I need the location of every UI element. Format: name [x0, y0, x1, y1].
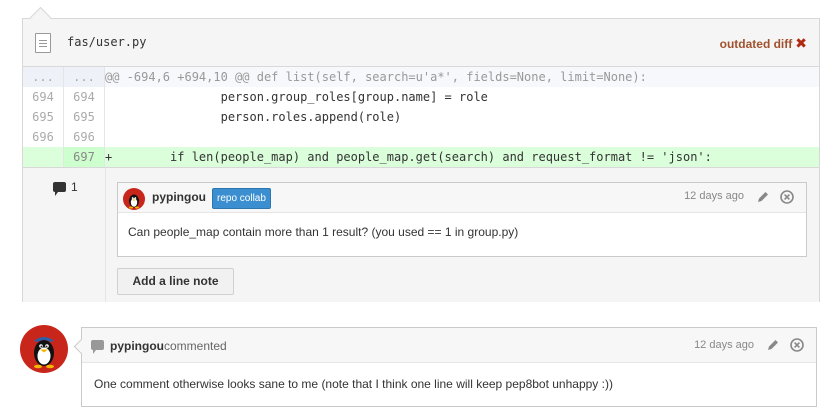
diff-table: ... ... @@ -694,6 +694,10 @@ def list(se… — [23, 67, 819, 167]
avatar[interactable] — [20, 325, 68, 373]
diff-line: 694 694 person.group_roles[group.name] =… — [23, 87, 819, 107]
hunk-header-row: ... ... @@ -694,6 +694,10 @@ def list(se… — [23, 67, 819, 87]
line-number-left[interactable]: ... — [23, 67, 64, 87]
close-x-icon[interactable]: ✖ — [795, 35, 807, 51]
comment-count-column: 1 — [23, 168, 106, 302]
file-icon — [35, 33, 51, 53]
code-line: person.group_roles[group.name] = role — [105, 90, 488, 104]
pencil-edit-icon[interactable] — [766, 338, 780, 352]
comment-timestamp[interactable]: 12 days ago — [694, 339, 754, 351]
pencil-edit-icon[interactable] — [756, 190, 770, 204]
comment-count: 1 — [53, 180, 78, 196]
file-path[interactable]: fas/user.py — [67, 35, 146, 49]
main-comment: pypingou commented 12 days ago One comme… — [81, 327, 817, 407]
outdated-diff-label: outdated diff — [719, 37, 793, 51]
line-number-right[interactable]: 696 — [63, 127, 105, 147]
line-number-left — [23, 147, 64, 167]
delete-circle-x-icon[interactable] — [790, 338, 804, 352]
line-number-left[interactable]: 695 — [23, 107, 64, 127]
file-header: fas/user.py outdated diff ✖ — [23, 19, 819, 67]
line-comments-area: 1 pypingou repo collab 12 days ago Can p… — [23, 167, 819, 302]
diff-file-box: fas/user.py outdated diff ✖ ... ... @@ -6… — [22, 18, 820, 302]
code-line — [105, 127, 820, 147]
inline-comment-header: pypingou repo collab 12 days ago — [118, 183, 806, 213]
outdated-diff-toggle[interactable]: outdated diff ✖ — [720, 35, 807, 52]
comment-author[interactable]: pypingou — [152, 190, 206, 204]
role-badge: repo collab — [212, 188, 271, 209]
diff-line-added: 697 + if len(people_map) and people_map.… — [23, 147, 819, 167]
comment-bubble-icon — [53, 182, 66, 196]
comment-body: One comment otherwise looks sane to me (… — [94, 377, 613, 391]
delete-circle-x-icon[interactable] — [780, 190, 794, 204]
avatar[interactable] — [123, 188, 145, 210]
inline-comment: pypingou repo collab 12 days ago Can peo… — [117, 182, 807, 257]
add-line-note-button[interactable]: Add a line note — [117, 268, 234, 295]
line-number-right[interactable]: 695 — [63, 107, 105, 127]
code-line: person.roles.append(role) — [105, 110, 402, 124]
diff-line: 695 695 person.roles.append(role) — [23, 107, 819, 127]
main-comment-header: pypingou commented 12 days ago — [82, 328, 816, 363]
line-number-left[interactable]: 694 — [23, 87, 64, 107]
diff-line: 696 696 — [23, 127, 819, 147]
line-number-right[interactable]: ... — [63, 67, 105, 87]
comment-author[interactable]: pypingou — [110, 339, 164, 353]
line-number-right[interactable]: 697 — [63, 147, 105, 167]
comment-timestamp[interactable]: 12 days ago — [684, 190, 744, 202]
comment-bubble-icon — [91, 340, 104, 354]
line-number-left[interactable]: 696 — [23, 127, 64, 147]
comment-count-value: 1 — [71, 180, 78, 194]
hunk-header: @@ -694,6 +694,10 @@ def list(self, sear… — [104, 67, 819, 87]
comment-body: Can people_map contain more than 1 resul… — [128, 225, 519, 239]
comment-action: commented — [164, 339, 227, 353]
line-number-right[interactable]: 694 — [63, 87, 105, 107]
code-line-added: + if len(people_map) and people_map.get(… — [104, 147, 819, 167]
